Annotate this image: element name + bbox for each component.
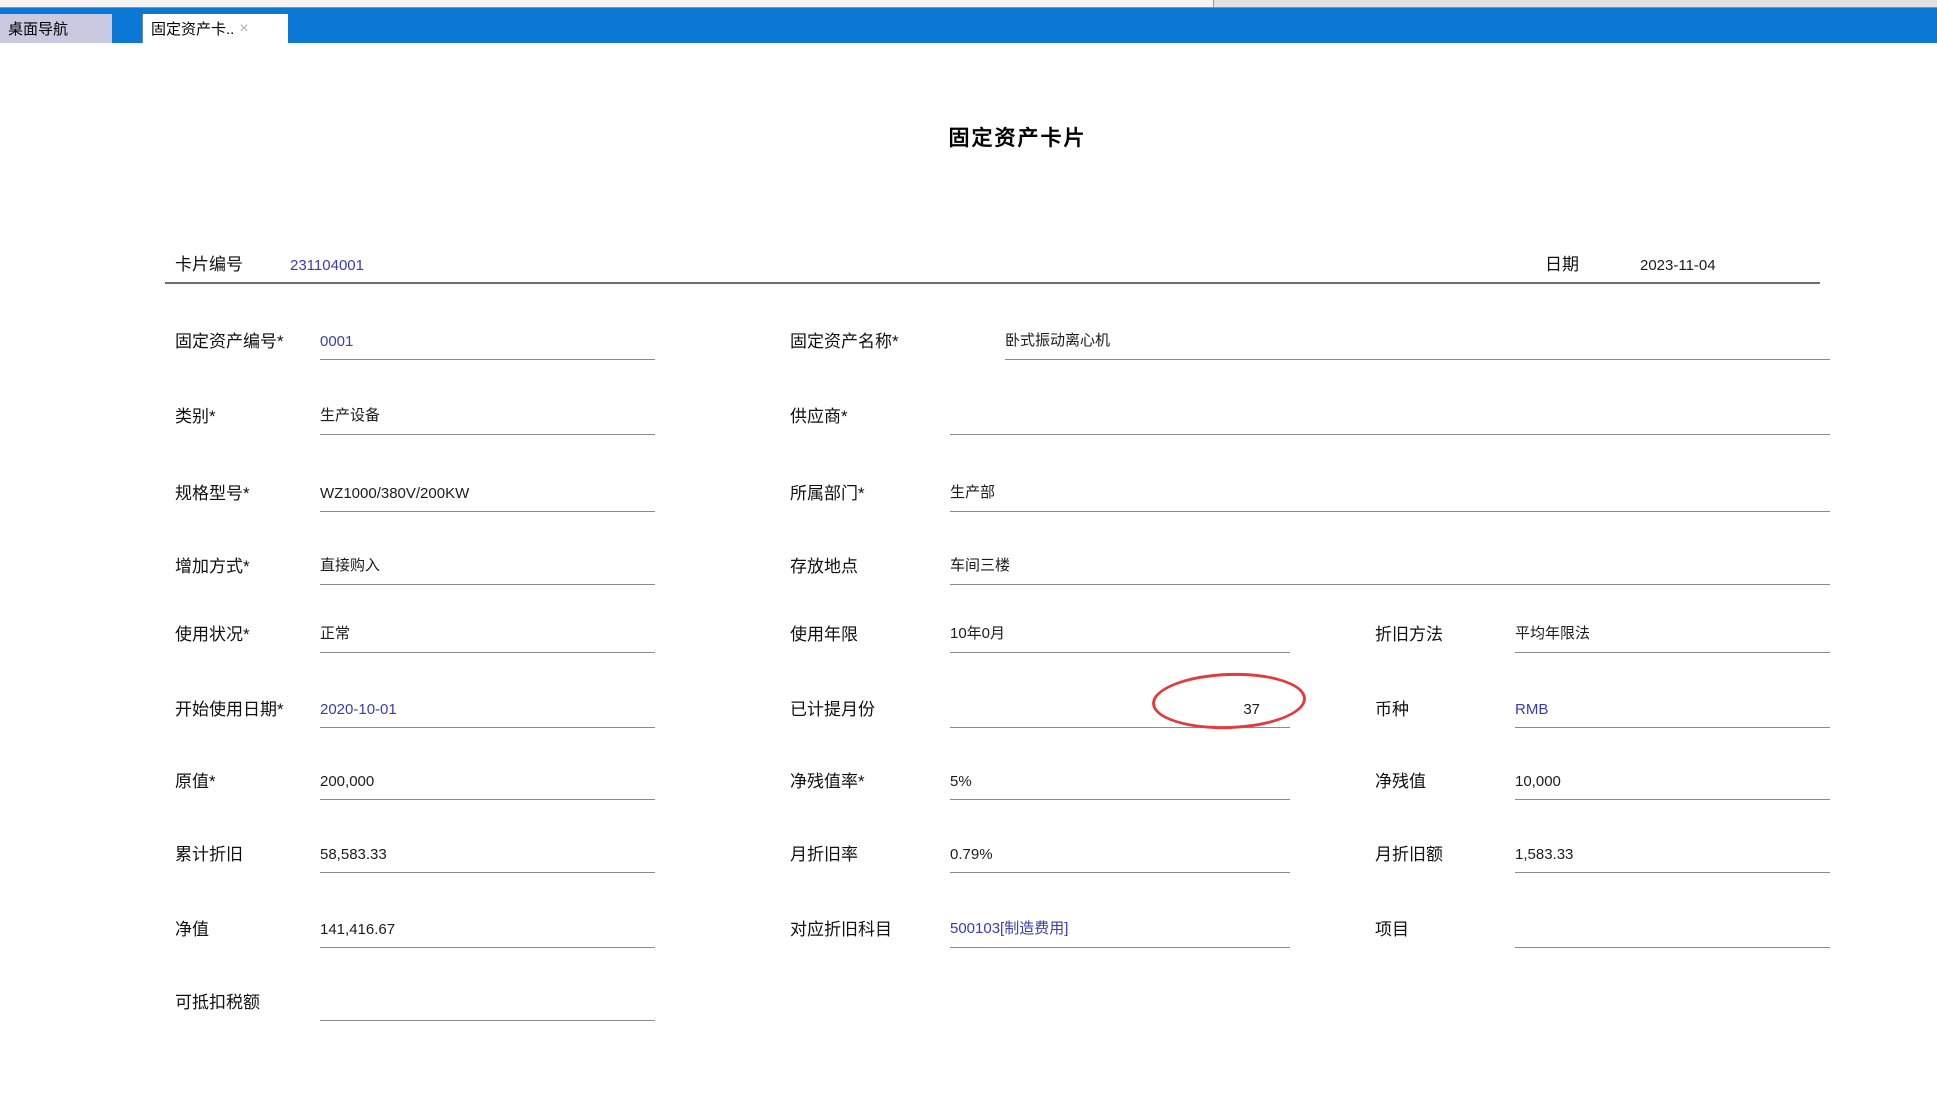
title-bar [0, 8, 1937, 43]
field-date: 日期 2023-11-04 [1545, 231, 1845, 283]
field-supplier: 供应商* [790, 383, 1830, 435]
field-asset-no: 固定资产编号* 0001 [175, 308, 655, 360]
deductible-tax-input[interactable] [320, 969, 655, 1021]
net-value-input[interactable]: 141,416.67 [320, 896, 655, 948]
useful-life-label: 使用年限 [790, 620, 858, 645]
residual-value-label: 净残值 [1375, 767, 1426, 792]
card-no-label: 卡片编号 [175, 250, 243, 275]
depreciation-method-input[interactable]: 平均年限法 [1515, 601, 1830, 653]
field-project: 项目 [1375, 896, 1830, 948]
field-spec-model: 规格型号* WZ1000/380V/200KW [175, 460, 655, 512]
project-label: 项目 [1375, 915, 1409, 940]
department-label: 所属部门* [790, 479, 865, 504]
field-department: 所属部门* 生产部 [790, 460, 1830, 512]
currency-label: 币种 [1375, 695, 1409, 720]
date-label: 日期 [1545, 250, 1579, 275]
category-input[interactable]: 生产设备 [320, 383, 655, 435]
monthly-depr-amount-label: 月折旧额 [1375, 840, 1443, 865]
residual-rate-label: 净残值率* [790, 767, 865, 792]
location-label: 存放地点 [790, 552, 858, 577]
tab-asset-card[interactable]: 固定资产卡.. × [142, 14, 288, 43]
asset-name-input[interactable]: 卧式振动离心机 [1005, 308, 1830, 360]
start-date-input[interactable]: 2020-10-01 [320, 676, 655, 728]
residual-value-input[interactable]: 10,000 [1515, 748, 1830, 800]
field-net-value: 净值 141,416.67 [175, 896, 655, 948]
field-original-value: 原值* 200,000 [175, 748, 655, 800]
currency-input[interactable]: RMB [1515, 676, 1830, 728]
field-useful-life: 使用年限 10年0月 [790, 601, 1290, 653]
monthly-depr-rate-label: 月折旧率 [790, 840, 858, 865]
residual-rate-input[interactable]: 5% [950, 748, 1290, 800]
close-icon[interactable]: × [239, 21, 248, 37]
asset-name-label: 固定资产名称* [790, 327, 899, 352]
depreciation-method-label: 折旧方法 [1375, 620, 1443, 645]
field-depr-account: 对应折旧科目 500103[制造费用] [790, 896, 1290, 948]
deductible-tax-label: 可抵扣税额 [175, 988, 260, 1013]
field-location: 存放地点 车间三楼 [790, 533, 1830, 585]
department-input[interactable]: 生产部 [950, 460, 1830, 512]
field-asset-name: 固定资产名称* 卧式振动离心机 [790, 308, 1830, 360]
add-method-input[interactable]: 直接购入 [320, 533, 655, 585]
page-title: 固定资产卡片 [0, 122, 1937, 152]
spec-model-input[interactable]: WZ1000/380V/200KW [320, 460, 655, 512]
category-label: 类别* [175, 402, 216, 427]
original-value-label: 原值* [175, 767, 216, 792]
field-usage-status: 使用状况* 正常 [175, 601, 655, 653]
spec-model-label: 规格型号* [175, 479, 250, 504]
useful-life-input[interactable]: 10年0月 [950, 601, 1290, 653]
original-value-input[interactable]: 200,000 [320, 748, 655, 800]
asset-no-input[interactable]: 0001 [320, 308, 655, 360]
asset-no-label: 固定资产编号* [175, 327, 284, 352]
tab-desktop-nav[interactable]: 桌面导航 [0, 14, 112, 43]
monthly-depr-rate-input[interactable]: 0.79% [950, 821, 1290, 873]
date-value: 2023-11-04 [1640, 231, 1820, 283]
field-residual-value: 净残值 10,000 [1375, 748, 1830, 800]
accum-depreciation-input[interactable]: 58,583.33 [320, 821, 655, 873]
monthly-depr-amount-input[interactable]: 1,583.33 [1515, 821, 1830, 873]
add-method-label: 增加方式* [175, 552, 250, 577]
depr-account-label: 对应折旧科目 [790, 915, 892, 940]
accrued-months-label: 已计提月份 [790, 695, 875, 720]
supplier-input[interactable] [950, 383, 1830, 435]
location-input[interactable]: 车间三楼 [950, 533, 1830, 585]
field-card-no: 卡片编号 231104001 [175, 231, 575, 283]
window-top-strip-right [1213, 0, 1937, 7]
field-currency: 币种 RMB [1375, 676, 1830, 728]
start-date-label: 开始使用日期* [175, 695, 284, 720]
net-value-label: 净值 [175, 915, 209, 940]
field-residual-rate: 净残值率* 5% [790, 748, 1290, 800]
field-start-date: 开始使用日期* 2020-10-01 [175, 676, 655, 728]
field-monthly-depr-amount: 月折旧额 1,583.33 [1375, 821, 1830, 873]
project-input[interactable] [1515, 896, 1830, 948]
field-category: 类别* 生产设备 [175, 383, 655, 435]
usage-status-label: 使用状况* [175, 620, 250, 645]
tab-asset-card-label: 固定资产卡.. [151, 18, 234, 39]
field-depreciation-method: 折旧方法 平均年限法 [1375, 601, 1830, 653]
field-add-method: 增加方式* 直接购入 [175, 533, 655, 585]
accum-depreciation-label: 累计折旧 [175, 840, 243, 865]
app-window: 桌面导航 固定资产卡.. × 固定资产卡片 卡片编号 231104001 日期 … [0, 0, 1937, 1093]
field-monthly-depr-rate: 月折旧率 0.79% [790, 821, 1290, 873]
usage-status-input[interactable]: 正常 [320, 601, 655, 653]
tab-desktop-nav-label: 桌面导航 [8, 18, 68, 39]
header-divider [165, 282, 1820, 284]
depr-account-input[interactable]: 500103[制造费用] [950, 896, 1290, 948]
field-deductible-tax: 可抵扣税额 [175, 969, 655, 1021]
card-no-value: 231104001 [290, 231, 490, 283]
field-accum-depreciation: 累计折旧 58,583.33 [175, 821, 655, 873]
supplier-label: 供应商* [790, 402, 848, 427]
